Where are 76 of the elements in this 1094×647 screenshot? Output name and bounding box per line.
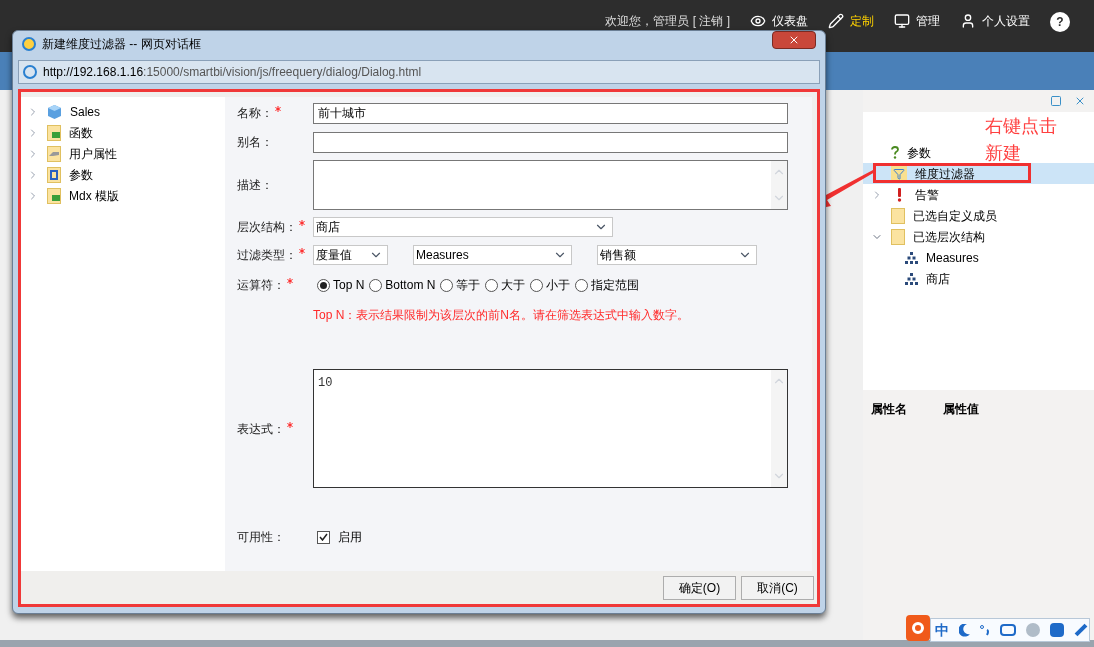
field-label: 描述： [237,177,274,194]
tree-item[interactable]: 商店 [863,268,958,289]
radio-option[interactable]: 等于 [440,276,481,294]
browser-icon [23,65,37,79]
radio-option[interactable]: Top N [317,276,365,294]
dropdown[interactable]: 销售额 [597,245,757,265]
url-text: http://192.168.1.16:15000/smartbi/vision/js/freequery/dialog/Dialog.html [43,64,422,81]
folder-icon [891,228,905,245]
alias-field[interactable] [313,131,788,153]
close-icon[interactable] [1074,95,1086,107]
tree-item[interactable]: 已选层次结构 [863,226,993,247]
field-label: 表达式： [237,419,313,438]
dialog-button[interactable]: 确定(O) [663,575,736,600]
maximize-icon[interactable] [1050,95,1062,107]
field-label: 别名： [237,134,274,151]
field-label: 运算符： [237,276,313,294]
expression-field[interactable]: 10 [313,369,788,488]
hint-text: Top N：表示结果限制为该层次的前N名。请在筛选表达式中输入数字。 [312,307,690,324]
dialog-button[interactable]: 取消(C) [741,575,814,600]
radio-option[interactable]: 指定范围 [575,276,640,294]
function-folder-icon [47,124,61,141]
pencil-icon [828,13,844,29]
parameter-icon [47,166,61,183]
column-header: 属性值 [943,401,979,418]
dialog-title: 新建维度过滤器 -- 网页对话框 [42,36,202,53]
tree-item[interactable]: 告警 [863,184,947,205]
tree-item[interactable]: Sales [21,101,225,122]
eye-icon [750,13,766,29]
browser-icon [22,37,36,51]
radio-option[interactable]: 小于 [530,276,571,294]
dropdown[interactable]: 商店 [313,217,613,237]
tree-item[interactable]: Measures [863,247,987,268]
tree-item[interactable]: 参数 [21,164,225,185]
moon-icon[interactable] [959,623,970,637]
check-icon [319,533,328,541]
nav-item[interactable]: 个人设置 [960,12,1030,30]
field-label: 名称： [237,104,313,122]
nav-item[interactable]: 仪表盘 [750,12,808,30]
question-icon [891,146,899,159]
dropdown[interactable]: 度量值 [313,245,388,265]
required-icon [287,421,293,428]
field-label: 可用性： [237,529,286,546]
field-label: 层次结构： [237,218,313,236]
required-icon [299,248,305,254]
hierarchy-icon [905,251,918,264]
enable-checkbox[interactable]: 启用 [313,528,362,546]
tree-item[interactable]: 用户属性 [21,143,225,164]
annotation-text: 右键点击 新建 [985,115,1057,165]
tree-item[interactable]: 函数 [21,122,225,143]
folder-icon [891,207,905,224]
tree-item[interactable]: 参数 [863,142,939,163]
function-folder-icon [47,187,61,204]
input-method-mode[interactable]: 中 [935,619,949,641]
nav-item[interactable]: 管理 [894,12,940,30]
tree-item[interactable]: Mdx 模版 [21,185,225,206]
user-icon [960,13,976,29]
dropdown[interactable]: Measures [413,245,572,265]
radio-option[interactable]: 大于 [485,276,526,294]
name-field[interactable]: 前十城市 [313,102,788,124]
radio-option[interactable]: Bottom N [369,276,436,294]
help-button[interactable]: ? [1050,12,1070,32]
close-icon[interactable] [788,34,800,46]
tree-item[interactable]: 已选自定义成员 [863,205,1005,226]
required-icon [299,220,305,226]
monitor-icon [894,13,910,29]
required-icon [275,106,281,112]
nav-item[interactable]: 定制 [828,12,874,30]
cube-icon [47,104,62,119]
punctuation-icon[interactable] [980,624,990,636]
field-label: 过滤类型： [237,246,313,264]
welcome-text: 欢迎您，管理员 [ 注销 ] [605,13,730,30]
close-button[interactable] [772,31,816,49]
description-field[interactable] [313,160,788,210]
required-icon [287,278,293,284]
column-header: 属性名 [871,401,907,418]
hierarchy-icon [905,272,918,285]
